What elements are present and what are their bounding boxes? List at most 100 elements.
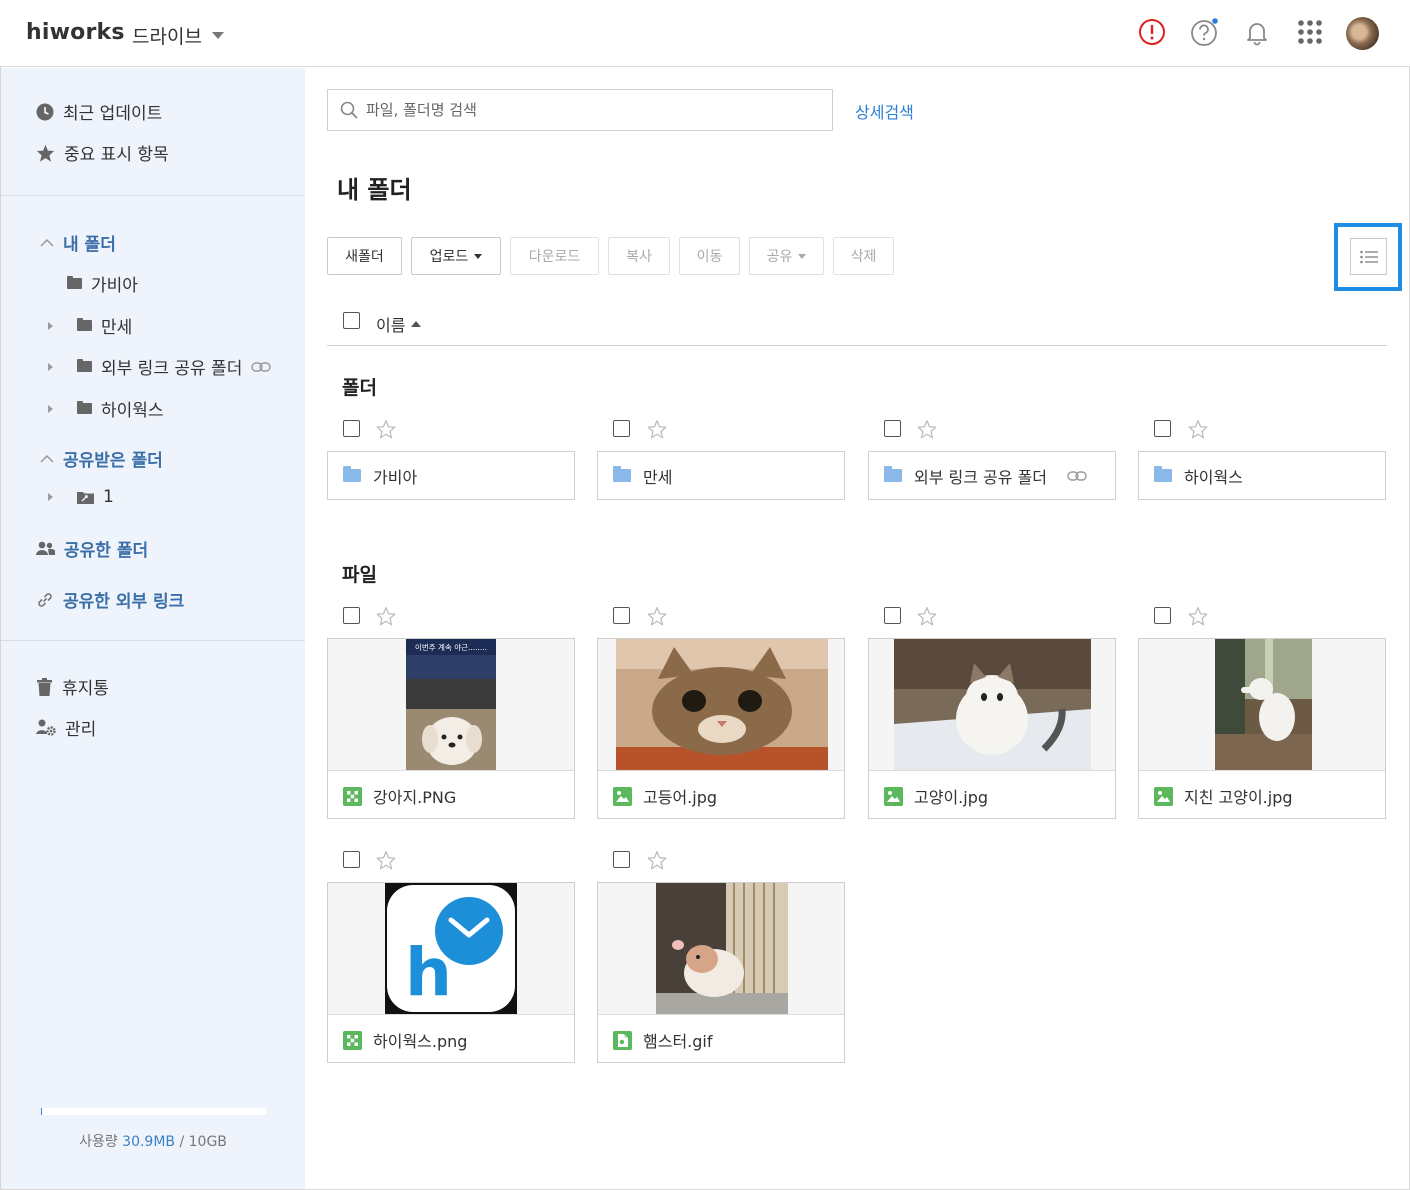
sidebar-item-label: 1 — [103, 487, 114, 507]
sidebar-item-folder-hiworks[interactable]: 하이웍스 — [48, 396, 164, 421]
file-checkbox[interactable] — [343, 851, 360, 868]
download-button[interactable]: 다운로드 — [510, 237, 599, 275]
sidebar-item-folder-external-link[interactable]: 외부 링크 공유 폴더 — [48, 354, 272, 379]
user-avatar[interactable] — [1346, 17, 1379, 50]
folder-icon — [1154, 466, 1172, 482]
folders-section-title: 폴더 — [342, 377, 377, 399]
folder-icon — [77, 359, 92, 372]
file-checkbox[interactable] — [1154, 607, 1171, 624]
folder-card-hiworks[interactable]: 하이웍스 — [1138, 451, 1386, 500]
folder-checkbox[interactable] — [343, 420, 360, 437]
star-outline-icon[interactable] — [917, 606, 937, 626]
expand-arrow-icon[interactable] — [48, 404, 53, 413]
folder-checkbox[interactable] — [884, 420, 901, 437]
search-input[interactable] — [366, 101, 806, 119]
bell-icon[interactable] — [1241, 16, 1273, 48]
sidebar-item-starred[interactable]: 중요 표시 항목 — [36, 140, 169, 165]
file-card-cat[interactable]: 고양이.jpg — [868, 638, 1116, 819]
help-icon[interactable] — [1189, 16, 1221, 48]
sidebar-item-folder-gabia[interactable]: 가비아 — [67, 271, 138, 296]
sidebar-item-my-folder[interactable]: 내 폴더 — [40, 230, 116, 255]
delete-button[interactable]: 삭제 — [833, 237, 894, 275]
folder-checkbox[interactable] — [613, 420, 630, 437]
file-card-hiworks-logo[interactable]: h 하이웍스.png — [327, 882, 575, 1063]
star-outline-icon[interactable] — [1188, 606, 1208, 626]
file-thumbnail: h — [328, 883, 574, 1015]
upload-button[interactable]: 업로드 — [411, 237, 501, 275]
sidebar-divider — [1, 195, 305, 196]
select-all-checkbox[interactable] — [343, 312, 360, 329]
image-file-icon — [884, 786, 903, 806]
sidebar-item-shared-folders[interactable]: 공유한 폴더 — [36, 536, 148, 561]
sidebar-item-recent[interactable]: 최근 업데이트 — [36, 99, 162, 124]
file-checkbox[interactable] — [613, 607, 630, 624]
file-checkbox[interactable] — [884, 607, 901, 624]
folder-name: 하이웍스 — [1184, 467, 1243, 487]
file-checkbox[interactable] — [343, 607, 360, 624]
expand-arrow-icon[interactable] — [48, 493, 53, 501]
copy-button[interactable]: 복사 — [608, 237, 670, 275]
expand-arrow-icon[interactable] — [48, 321, 53, 330]
file-checkbox[interactable] — [613, 851, 630, 868]
file-label: 강아지.PNG — [343, 784, 456, 808]
folder-card-gabia[interactable]: 가비아 — [327, 451, 575, 500]
file-card-tired-cat[interactable]: 지친 고양이.jpg — [1138, 638, 1386, 819]
sidebar-item-admin[interactable]: 관리 — [36, 715, 96, 740]
star-outline-icon[interactable] — [917, 419, 937, 439]
advanced-search-link[interactable]: 상세검색 — [855, 99, 914, 123]
hiworks-logo-thumbnail: h — [385, 883, 517, 1014]
sidebar-item-shared-with-me[interactable]: 공유받은 폴더 — [40, 446, 163, 471]
sidebar-item-label: 가비아 — [91, 276, 138, 296]
search-icon — [340, 101, 358, 119]
chevron-down-icon — [211, 32, 224, 39]
sort-by-name[interactable]: 이름 — [376, 312, 422, 336]
star-outline-icon[interactable] — [1188, 419, 1208, 439]
folder-card-external-link[interactable]: 외부 링크 공유 폴더 — [868, 451, 1116, 500]
hamster-photo-thumbnail — [656, 883, 788, 1014]
sidebar-item-shared-folder-1[interactable]: 1 — [48, 487, 114, 507]
clock-icon — [36, 103, 54, 120]
star-outline-icon[interactable] — [376, 419, 396, 439]
sort-asc-icon — [411, 321, 422, 327]
sidebar-item-shared-links[interactable]: 공유한 외부 링크 — [36, 587, 184, 612]
folder-name: 외부 링크 공유 폴더 — [914, 467, 1048, 487]
file-thumbnail — [598, 639, 844, 771]
users-icon — [36, 541, 55, 555]
star-outline-icon[interactable] — [647, 850, 667, 870]
sidebar-item-label: 하이웍스 — [101, 401, 164, 421]
search-box[interactable] — [327, 89, 833, 131]
folder-card-manse[interactable]: 만세 — [597, 451, 845, 500]
move-button[interactable]: 이동 — [679, 237, 740, 275]
app-switcher[interactable]: 드라이브 — [132, 22, 224, 49]
file-name: 강아지.PNG — [373, 788, 457, 807]
folder-name: 만세 — [643, 467, 673, 487]
file-thumbnail — [598, 883, 844, 1015]
folder-checkbox[interactable] — [1154, 420, 1171, 437]
file-card-hamster[interactable]: 햄스터.gif — [597, 882, 845, 1063]
star-outline-icon[interactable] — [647, 606, 667, 626]
storage-total: 10GB — [188, 1134, 227, 1150]
share-button[interactable]: 공유 — [749, 237, 824, 275]
storage-separator: / — [179, 1134, 185, 1150]
sidebar-item-trash[interactable]: 휴지통 — [36, 674, 109, 699]
star-outline-icon[interactable] — [376, 606, 396, 626]
sidebar-item-folder-manse[interactable]: 만세 — [48, 313, 132, 338]
expand-arrow-icon[interactable] — [48, 362, 53, 371]
folder-icon — [343, 466, 361, 482]
hiworks-logo[interactable]: hiworks — [26, 20, 125, 45]
link-icon — [38, 592, 52, 607]
gif-file-icon — [613, 1030, 632, 1050]
apps-grid-icon[interactable] — [1294, 16, 1326, 48]
file-card-dog[interactable]: 이번주 계속 야근........ 강아지.PNG — [327, 638, 575, 819]
alert-icon[interactable] — [1136, 16, 1168, 48]
star-outline-icon[interactable] — [376, 850, 396, 870]
sidebar-item-label: 만세 — [101, 318, 133, 338]
sidebar: 최근 업데이트 중요 표시 항목 내 폴더 가비아 만세 외부 링크 공유 폴더… — [1, 68, 305, 1189]
cat-photo-thumbnail — [1215, 639, 1312, 770]
star-outline-icon[interactable] — [647, 419, 667, 439]
new-folder-button[interactable]: 새폴더 — [327, 237, 402, 275]
file-card-mackerel-cat[interactable]: 고등어.jpg — [597, 638, 845, 819]
list-view-button[interactable] — [1350, 238, 1387, 275]
chevron-down-icon — [798, 253, 807, 259]
file-thumbnail: 이번주 계속 야근........ — [328, 639, 574, 771]
